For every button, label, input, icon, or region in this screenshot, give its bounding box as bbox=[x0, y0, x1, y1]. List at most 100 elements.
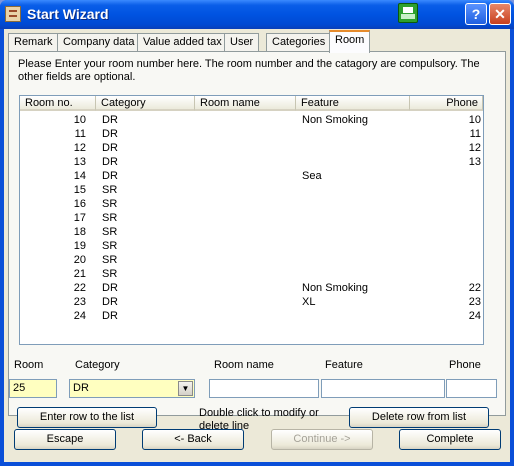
table-row[interactable]: 10 DR Non Smoking 10 bbox=[20, 113, 483, 127]
delete-row-button[interactable]: Delete row from list bbox=[349, 407, 489, 428]
column-header-room-name[interactable]: Room name bbox=[195, 96, 296, 111]
close-icon: ✕ bbox=[494, 6, 506, 22]
cell-phone: 13 bbox=[468, 156, 481, 168]
help-button[interactable]: ? bbox=[465, 3, 487, 25]
cell-phone: 10 bbox=[468, 114, 481, 126]
cell-category: DR bbox=[102, 282, 118, 294]
cell-phone: 11 bbox=[469, 128, 481, 140]
cell-category: SR bbox=[102, 226, 118, 238]
table-row[interactable]: 24 DR 24 bbox=[20, 309, 483, 323]
room-name-field[interactable] bbox=[209, 379, 319, 398]
cell-feature: Non Smoking bbox=[302, 282, 369, 294]
dialog-body: Remark Company data Value added tax User… bbox=[4, 29, 510, 462]
table-row[interactable]: 16 SR bbox=[20, 197, 483, 211]
cell-category: SR bbox=[102, 268, 118, 280]
feature-field[interactable] bbox=[321, 379, 445, 398]
cell-room-no: 11 bbox=[74, 128, 86, 140]
cell-category: DR bbox=[102, 296, 118, 308]
cell-category: DR bbox=[102, 156, 118, 168]
table-row[interactable]: 13 DR 13 bbox=[20, 155, 483, 169]
cell-room-no: 10 bbox=[73, 114, 86, 126]
cell-category: DR bbox=[102, 114, 118, 126]
category-label: Category bbox=[75, 359, 120, 371]
cell-phone: 22 bbox=[468, 282, 481, 294]
cell-category: DR bbox=[102, 170, 118, 182]
phone-field[interactable] bbox=[446, 379, 497, 398]
tab-user[interactable]: User bbox=[224, 33, 260, 52]
column-header-category[interactable]: Category bbox=[96, 96, 195, 111]
column-header-phone[interactable]: Phone bbox=[410, 96, 483, 111]
table-row[interactable]: 11 DR 11 bbox=[20, 127, 483, 141]
tab-company-data[interactable]: Company data bbox=[57, 33, 141, 52]
enter-row-button[interactable]: Enter row to the list bbox=[17, 407, 157, 428]
start-wizard-window: Start Wizard ? ✕ Remark Company data Val… bbox=[0, 0, 514, 466]
tab-room[interactable]: Room bbox=[329, 30, 371, 53]
table-row[interactable]: 15 SR bbox=[20, 183, 483, 197]
cell-category: SR bbox=[102, 212, 118, 224]
cell-category: SR bbox=[102, 240, 118, 252]
tab-remark[interactable]: Remark bbox=[8, 33, 59, 52]
list-header: Room no. Category Room name Feature Phon… bbox=[20, 96, 483, 111]
table-row[interactable]: 12 DR 12 bbox=[20, 141, 483, 155]
table-row[interactable]: 18 SR bbox=[20, 225, 483, 239]
cell-phone: 24 bbox=[468, 310, 481, 322]
tab-categories[interactable]: Categories bbox=[266, 33, 332, 52]
room-list[interactable]: Room no. Category Room name Feature Phon… bbox=[19, 95, 484, 345]
cell-feature: Non Smoking bbox=[302, 114, 369, 126]
continue-button[interactable]: Continue -> bbox=[271, 429, 373, 450]
room-number-field[interactable]: 25 bbox=[9, 379, 57, 398]
cell-room-no: 13 bbox=[73, 156, 86, 168]
cell-category: DR bbox=[102, 310, 118, 322]
cell-category: SR bbox=[102, 254, 118, 266]
close-button[interactable]: ✕ bbox=[489, 3, 511, 25]
cell-room-no: 17 bbox=[73, 212, 86, 224]
cell-room-no: 21 bbox=[73, 268, 86, 280]
table-row[interactable]: 17 SR bbox=[20, 211, 483, 225]
cell-feature: XL bbox=[302, 296, 316, 308]
cell-category: DR bbox=[102, 128, 118, 140]
column-header-room-no[interactable]: Room no. bbox=[20, 96, 96, 111]
cell-phone: 12 bbox=[468, 142, 481, 154]
table-row[interactable]: 21 SR bbox=[20, 267, 483, 281]
cell-room-no: 12 bbox=[73, 142, 86, 154]
phone-label: Phone bbox=[449, 359, 481, 371]
column-header-feature[interactable]: Feature bbox=[296, 96, 410, 111]
instructions-text: Please Enter your room number here. The … bbox=[18, 58, 480, 83]
table-row[interactable]: 20 SR bbox=[20, 253, 483, 267]
back-button[interactable]: <- Back bbox=[142, 429, 244, 450]
cell-category: SR bbox=[102, 198, 118, 210]
cell-room-no: 16 bbox=[73, 198, 86, 210]
printer-icon[interactable] bbox=[398, 3, 418, 23]
cell-room-no: 20 bbox=[73, 254, 86, 266]
cell-phone: 23 bbox=[468, 296, 481, 308]
category-select-value: DR bbox=[73, 382, 89, 394]
cell-room-no: 22 bbox=[73, 282, 86, 294]
feature-label: Feature bbox=[325, 359, 363, 371]
cell-feature: Sea bbox=[302, 170, 322, 182]
dropdown-arrow-icon[interactable]: ▼ bbox=[178, 381, 193, 396]
cell-room-no: 24 bbox=[73, 310, 86, 322]
complete-button[interactable]: Complete bbox=[399, 429, 501, 450]
cell-room-no: 15 bbox=[73, 184, 86, 196]
cell-room-no: 23 bbox=[73, 296, 86, 308]
category-select[interactable]: DR ▼ bbox=[69, 379, 195, 398]
room-label: Room bbox=[14, 359, 44, 371]
title-bar[interactable]: Start Wizard ? ✕ bbox=[0, 0, 514, 29]
window-title: Start Wizard bbox=[27, 6, 109, 22]
table-row[interactable]: 23 DR XL 23 bbox=[20, 295, 483, 309]
cell-category: DR bbox=[102, 142, 118, 154]
cell-room-no: 19 bbox=[73, 240, 86, 252]
cell-category: SR bbox=[102, 184, 118, 196]
list-body: 10 DR Non Smoking 10 11 DR 11 12 DR 12 13 DR 13 14 DR S… bbox=[20, 113, 483, 323]
help-icon: ? bbox=[471, 6, 481, 22]
room-name-label: Room name bbox=[214, 359, 274, 371]
tab-value-added-tax[interactable]: Value added tax bbox=[137, 33, 228, 52]
cell-room-no: 14 bbox=[73, 170, 86, 182]
room-tab-panel: Please Enter your room number here. The … bbox=[8, 51, 506, 432]
table-row[interactable]: 19 SR bbox=[20, 239, 483, 253]
escape-button[interactable]: Escape bbox=[14, 429, 116, 450]
table-row[interactable]: 14 DR Sea bbox=[20, 169, 483, 183]
cell-room-no: 18 bbox=[73, 226, 86, 238]
table-row[interactable]: 22 DR Non Smoking 22 bbox=[20, 281, 483, 295]
app-icon bbox=[5, 6, 21, 22]
